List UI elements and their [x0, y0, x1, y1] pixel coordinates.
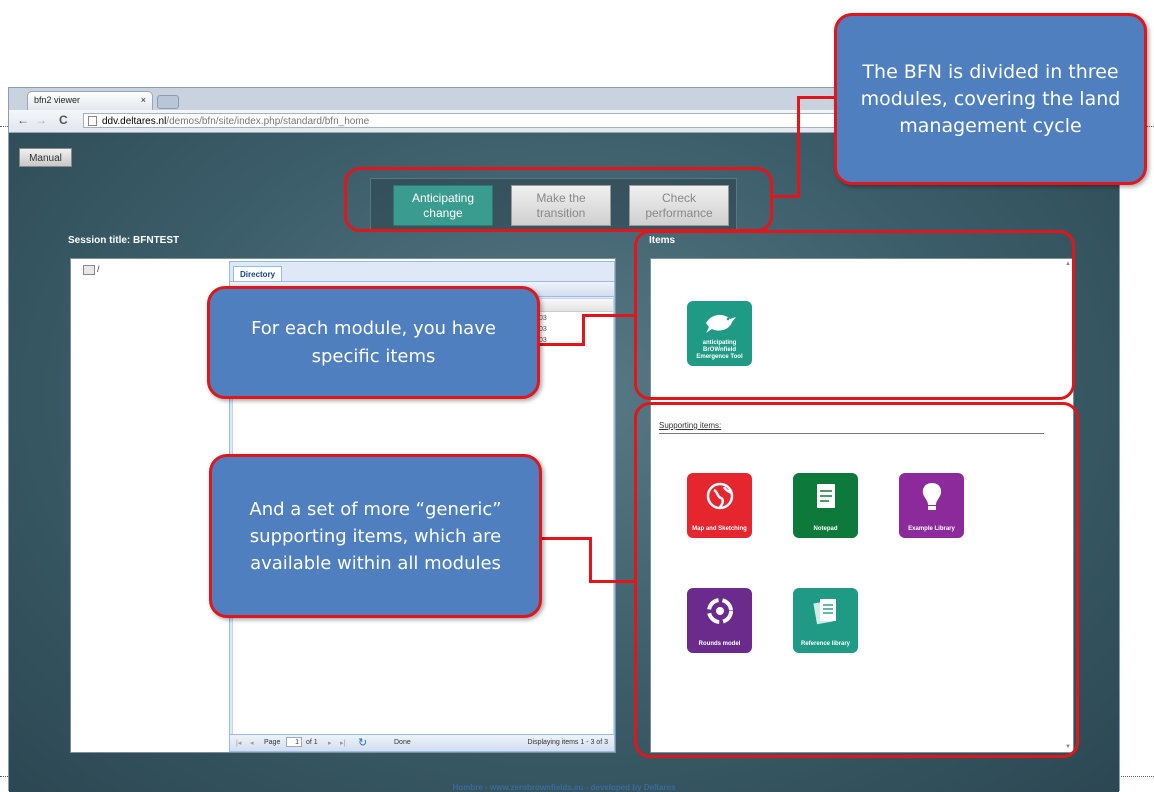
- refresh-icon[interactable]: ↻: [358, 736, 367, 749]
- url-host: ddv.deltares.nl: [102, 116, 167, 127]
- manual-button[interactable]: Manual: [19, 148, 72, 167]
- modules-highlight: [344, 167, 773, 232]
- pager-status: Done: [394, 739, 411, 746]
- connector-supporting: [589, 580, 636, 583]
- directory-pager: |◂ ◂ Page 1 of 1 ▸ ▸| ↻ Done Displaying …: [230, 734, 614, 751]
- page-of-label: of 1: [306, 739, 318, 746]
- folder-icon: [83, 264, 95, 275]
- back-icon[interactable]: ←: [17, 113, 29, 127]
- browser-tab[interactable]: bfn2 viewer ×: [27, 91, 153, 110]
- url-path: /demos/bfn/site/index.php/standard/bfn_h…: [166, 116, 370, 127]
- callout-supporting-text: And a set of more “generic” supporting i…: [249, 498, 502, 574]
- callout-items-text: For each module, you have specific items: [251, 317, 496, 367]
- tab-directory[interactable]: Directory: [233, 266, 283, 282]
- tree-root[interactable]: /: [83, 264, 100, 275]
- new-tab-button[interactable]: [157, 95, 179, 109]
- connector-supporting: [538, 537, 592, 540]
- close-icon[interactable]: ×: [141, 95, 146, 105]
- prev-page-icon[interactable]: ◂: [250, 739, 254, 747]
- session-title: Session title: BFNTEST: [68, 235, 180, 246]
- first-page-icon[interactable]: |◂: [236, 739, 241, 747]
- supporting-items-highlight: [634, 402, 1079, 758]
- connector-items: [538, 343, 584, 346]
- table-row[interactable]: 03: [539, 326, 547, 333]
- next-page-icon[interactable]: ▸: [328, 739, 332, 747]
- page-icon: [88, 116, 97, 126]
- connector-modules: [773, 195, 799, 198]
- tree-root-label: /: [97, 264, 100, 274]
- tab-title: bfn2 viewer: [34, 95, 81, 105]
- callout-items: For each module, you have specific items: [207, 286, 540, 399]
- callout-modules-text: The BFN is divided in three modules, cov…: [860, 60, 1121, 137]
- connector-modules: [797, 96, 837, 99]
- slide-dotted-line-bottom-right: [1121, 776, 1154, 777]
- callout-modules: The BFN is divided in three modules, cov…: [834, 13, 1147, 185]
- last-page-icon[interactable]: ▸|: [340, 739, 345, 747]
- slide-dotted-line-bottom-left: [0, 776, 8, 777]
- table-row[interactable]: 03: [539, 315, 547, 322]
- callout-supporting: And a set of more “generic” supporting i…: [209, 454, 542, 618]
- items-highlight: [634, 230, 1075, 400]
- connector-modules: [797, 96, 800, 198]
- forward-icon[interactable]: →: [35, 113, 47, 127]
- reload-icon[interactable]: C: [59, 113, 68, 127]
- page-number-input[interactable]: 1: [286, 737, 302, 747]
- connector-items: [582, 314, 636, 317]
- connector-items: [582, 314, 585, 346]
- page-label: Page: [264, 739, 281, 746]
- slide-dotted-line-left: [0, 126, 8, 127]
- connector-supporting: [589, 537, 592, 582]
- displaying-items: Displaying items 1 - 3 of 3: [527, 739, 608, 746]
